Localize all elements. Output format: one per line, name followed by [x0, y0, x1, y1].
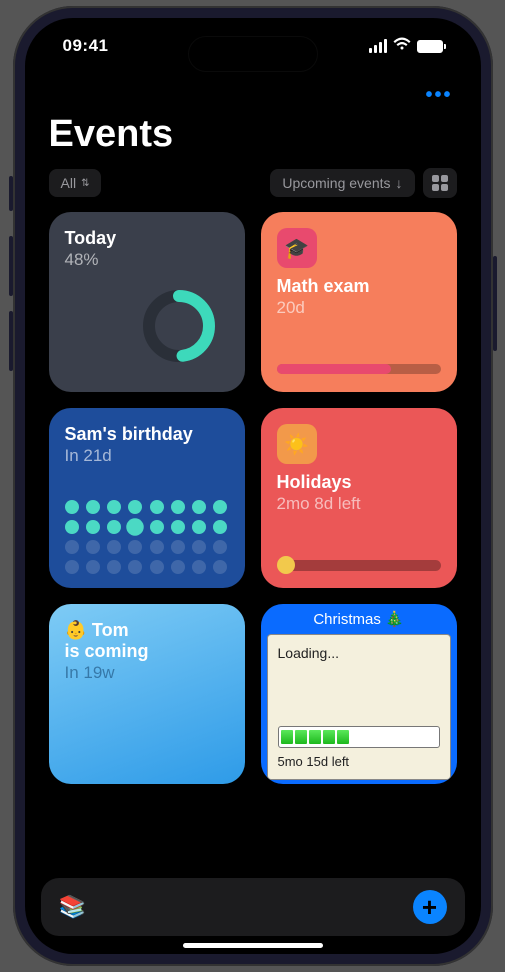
slider-knob	[277, 556, 295, 574]
dot-calendar	[65, 500, 229, 574]
wifi-icon	[393, 37, 411, 55]
progress-ring	[139, 286, 219, 366]
remaining-label: 5mo 15d left	[278, 754, 440, 769]
tab-bar: 📚 +	[41, 878, 465, 936]
library-button[interactable]: 📚	[59, 894, 86, 920]
status-icons	[369, 37, 443, 55]
card-subtitle: 48%	[65, 250, 229, 270]
card-title: Holidays	[277, 472, 441, 493]
dynamic-island	[188, 36, 318, 72]
card-subtitle: 20d	[277, 298, 441, 318]
more-menu-button[interactable]: •••	[425, 84, 452, 107]
chevrons-icon: ⇅	[81, 178, 89, 189]
card-title: Math exam	[277, 276, 441, 297]
events-grid: Today 48% 🎓 Math exam 20d Sam's bi	[25, 212, 481, 954]
filter-all-button[interactable]: All ⇅	[49, 169, 102, 197]
layout-grid-button[interactable]	[423, 168, 457, 198]
home-indicator[interactable]	[183, 943, 323, 948]
card-today[interactable]: Today 48%	[49, 212, 245, 392]
battery-icon	[417, 40, 443, 53]
card-sam-birthday[interactable]: Sam's birthday In 21d	[49, 408, 245, 588]
cellular-icon	[369, 39, 387, 53]
card-tom[interactable]: 👶 Tom is coming In 19w	[49, 604, 245, 784]
loading-label: Loading...	[278, 645, 440, 661]
sort-upcoming-button[interactable]: Upcoming events ↓	[270, 169, 414, 197]
retro-progress-bar	[278, 726, 440, 748]
arrow-down-icon: ↓	[396, 175, 403, 191]
grid-icon	[432, 175, 448, 191]
status-time: 09:41	[63, 36, 109, 56]
card-subtitle: In 21d	[65, 446, 229, 466]
card-title: Today	[65, 228, 229, 249]
card-title-line2: is coming	[65, 641, 229, 662]
card-math-exam[interactable]: 🎓 Math exam 20d	[261, 212, 457, 392]
filter-label: All	[61, 175, 77, 191]
card-christmas[interactable]: Christmas 🎄 Loading... 5mo 15d left	[261, 604, 457, 784]
progress-bar	[277, 364, 441, 374]
page-title: Events	[49, 113, 457, 156]
card-title-line1: 👶 Tom	[65, 620, 229, 641]
card-title: Sam's birthday	[65, 424, 229, 445]
add-event-button[interactable]: +	[413, 890, 447, 924]
slider-track	[281, 560, 441, 571]
sun-icon: ☀️	[277, 424, 317, 464]
card-subtitle: In 19w	[65, 663, 229, 683]
screen: 09:41 ••• Events All ⇅ Upcoming events	[25, 18, 481, 954]
graduation-cap-icon: 🎓	[277, 228, 317, 268]
xmas-window: Loading... 5mo 15d left	[267, 634, 451, 780]
xmas-header: Christmas 🎄	[261, 604, 457, 634]
power-button	[493, 256, 497, 351]
volume-down-button	[9, 311, 13, 371]
plus-icon: +	[422, 892, 437, 923]
volume-up-button	[9, 236, 13, 296]
card-holidays[interactable]: ☀️ Holidays 2mo 8d left	[261, 408, 457, 588]
phone-frame: 09:41 ••• Events All ⇅ Upcoming events	[13, 6, 493, 966]
side-button	[9, 176, 13, 211]
sort-label: Upcoming events	[282, 175, 390, 191]
card-subtitle: 2mo 8d left	[277, 494, 441, 514]
nav-bar: •••	[25, 74, 481, 107]
